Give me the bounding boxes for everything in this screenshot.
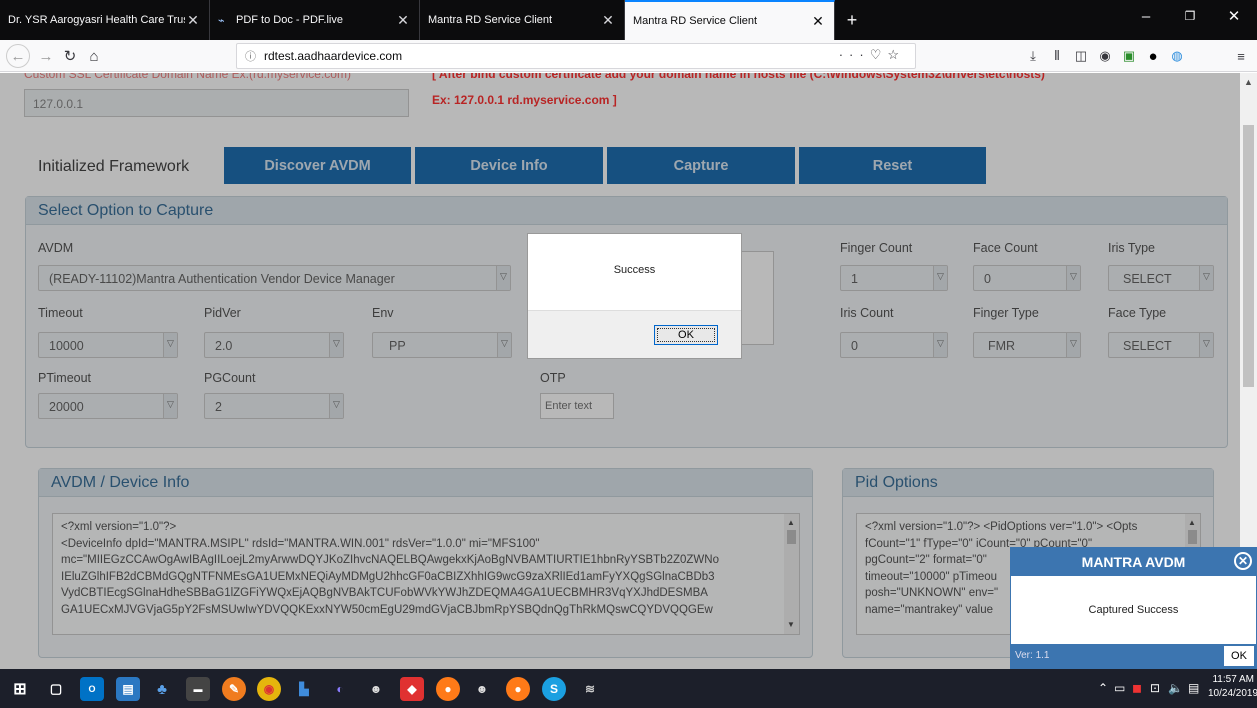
- page-actions: ···♡☆: [839, 47, 905, 63]
- back-icon[interactable]: ←: [6, 44, 30, 68]
- skype-icon[interactable]: S: [542, 677, 566, 701]
- scrollbar-thumb[interactable]: [1243, 125, 1254, 387]
- network-icon[interactable]: ⊡: [1150, 681, 1160, 695]
- downloads-icon[interactable]: ⤓: [1022, 44, 1044, 68]
- minimize-icon[interactable]: –: [1124, 0, 1168, 32]
- extension-blue-icon[interactable]: ◍: [1166, 44, 1188, 68]
- firefox-icon[interactable]: ●: [436, 677, 460, 701]
- vpn-icon[interactable]: ≋: [578, 677, 602, 701]
- mantra-popup-footer: Ver: 1.1 OK: [1011, 644, 1256, 668]
- url-bar[interactable]: ⓘ rdtest.aadhaardevice.com ···♡☆: [236, 43, 916, 69]
- success-dialog: Success OK: [527, 233, 742, 359]
- new-tab-button[interactable]: +: [838, 0, 866, 40]
- tab-aarogyasri[interactable]: Dr. YSR Aarogyasri Health Care Trus ✕: [0, 0, 210, 40]
- mantra-version: Ver: 1.1: [1015, 650, 1050, 661]
- clock-time: 11:57 AM: [1212, 674, 1254, 685]
- outlook-icon[interactable]: O: [80, 677, 104, 701]
- dialog-footer: OK: [528, 310, 741, 358]
- tray-chevron-icon[interactable]: ⌃: [1098, 681, 1108, 695]
- task-view-icon[interactable]: ▢: [44, 677, 68, 701]
- anydesk-icon[interactable]: ◆: [400, 677, 424, 701]
- pdf-live-icon: ⌁: [218, 15, 225, 27]
- window-close-icon[interactable]: ✕: [1212, 0, 1256, 32]
- reload-icon[interactable]: ↻: [58, 44, 82, 68]
- windows-start-icon[interactable]: ⊞: [8, 677, 32, 701]
- mantra-ok-button[interactable]: OK: [1224, 646, 1254, 666]
- tab-label: PDF to Doc - PDF.live: [236, 14, 343, 26]
- info-icon[interactable]: ⓘ: [245, 48, 256, 64]
- restore-icon[interactable]: ❐: [1168, 0, 1212, 32]
- bookmark-star-icon[interactable]: ☆: [887, 47, 905, 62]
- close-icon[interactable]: ✕: [1234, 552, 1252, 570]
- windows-taskbar: ⊞ ▢ O ▤ ♣ ▬ ✎ ◉ ▙ ◐ ☻ ◆ ● ☻ ● S ≋ ⌃ ▭ ◼ …: [0, 669, 1257, 708]
- url-text: rdtest.aadhaardevice.com: [264, 49, 403, 63]
- tab-label: Mantra RD Service Client: [633, 15, 758, 27]
- extension-circle-icon[interactable]: ●: [1142, 44, 1164, 68]
- close-icon[interactable]: ✕: [185, 12, 201, 29]
- mantra-avdm-popup: MANTRA AVDM ✕ Captured Success Ver: 1.1 …: [1010, 547, 1257, 669]
- mantra-popup-message: Captured Success: [1088, 604, 1179, 616]
- store-icon[interactable]: ▤: [116, 677, 140, 701]
- more-actions-icon[interactable]: ···: [839, 47, 870, 62]
- chrome-icon[interactable]: ◉: [257, 677, 281, 701]
- taskbar-clock[interactable]: 11:57 AM 10/24/2019: [1208, 673, 1257, 701]
- pocket-icon[interactable]: ♡: [870, 47, 888, 62]
- github-icon[interactable]: ☻: [364, 677, 388, 701]
- tab-pdf-live[interactable]: ⌁ PDF to Doc - PDF.live ✕: [210, 0, 420, 40]
- browser-tab-bar: Dr. YSR Aarogyasri Health Care Trus ✕ ⌁ …: [0, 0, 1257, 40]
- scroll-up-icon[interactable]: ▲: [1244, 77, 1253, 87]
- dialog-ok-button[interactable]: OK: [654, 325, 718, 345]
- dialog-message: Success: [613, 264, 656, 276]
- tray-device-icon[interactable]: ▭: [1114, 681, 1125, 695]
- tab-mantra-rd-1[interactable]: Mantra RD Service Client ✕: [420, 0, 625, 40]
- notifications-icon[interactable]: ▤: [1188, 681, 1199, 695]
- tray-antivirus-icon[interactable]: ◼: [1132, 681, 1142, 695]
- eclipse-icon[interactable]: ◐: [328, 677, 352, 701]
- account-icon[interactable]: ◉: [1094, 44, 1116, 68]
- browser-nav-bar: ← → ↻ ⌂ ⓘ rdtest.aadhaardevice.com ···♡☆…: [0, 40, 1257, 72]
- close-icon[interactable]: ✕: [395, 12, 411, 29]
- firefox-active-icon[interactable]: ●: [506, 677, 530, 701]
- paint-icon[interactable]: ✎: [222, 677, 246, 701]
- github-desktop-icon[interactable]: ☻: [470, 677, 494, 701]
- close-icon[interactable]: ✕: [810, 13, 826, 30]
- tab-mantra-rd-active[interactable]: Mantra RD Service Client ✕: [625, 0, 835, 40]
- terminal-icon[interactable]: ▬: [186, 677, 210, 701]
- tab-label: Mantra RD Service Client: [428, 14, 553, 26]
- menu-icon[interactable]: ≡: [1230, 44, 1252, 68]
- tab-label: Dr. YSR Aarogyasri Health Care Trus: [8, 14, 185, 26]
- sidebar-icon[interactable]: ◫: [1070, 44, 1092, 68]
- mantra-popup-title: MANTRA AVDM: [1011, 548, 1256, 576]
- people-icon[interactable]: ♣: [150, 677, 174, 701]
- clock-date: 10/24/2019: [1208, 688, 1257, 699]
- extension-green-icon[interactable]: ▣: [1118, 44, 1140, 68]
- close-icon[interactable]: ✕: [600, 12, 616, 29]
- volume-icon[interactable]: 🔈: [1168, 681, 1183, 695]
- library-icon[interactable]: ⫴: [1046, 44, 1068, 68]
- app-icon[interactable]: ▙: [292, 677, 316, 701]
- forward-icon[interactable]: →: [34, 44, 58, 68]
- home-icon[interactable]: ⌂: [82, 44, 106, 68]
